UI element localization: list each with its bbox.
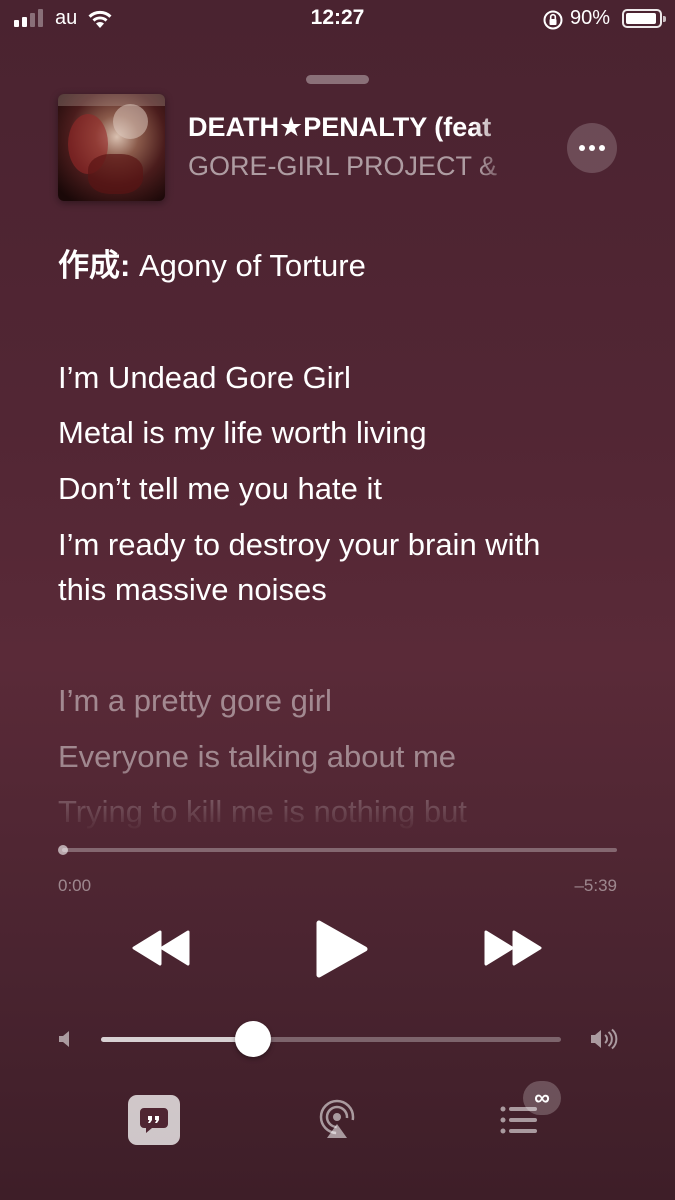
credit-name: Agony of Torture bbox=[130, 248, 366, 283]
lyric-line[interactable]: Metal is my life worth living bbox=[58, 411, 427, 455]
fast-forward-icon bbox=[484, 930, 542, 966]
volume-slider[interactable] bbox=[101, 1037, 561, 1042]
volume-knob[interactable] bbox=[234, 1021, 271, 1057]
battery-percent: 90% bbox=[570, 7, 611, 29]
airplay-button[interactable] bbox=[315, 1098, 359, 1147]
play-button[interactable] bbox=[312, 918, 370, 985]
volume-fill bbox=[101, 1037, 253, 1042]
elapsed-time: 0:00 bbox=[58, 876, 92, 895]
song-title[interactable]: DEATH★PENALTY (feat bbox=[188, 112, 523, 143]
credit-label: 作成: bbox=[58, 248, 131, 283]
volume-high-icon bbox=[590, 1028, 618, 1055]
lyric-line[interactable]: I’m ready to destroy your brain with bbox=[58, 523, 540, 567]
airplay-audio-icon bbox=[319, 1099, 355, 1138]
previous-track-button[interactable] bbox=[130, 928, 192, 973]
rewind-icon bbox=[132, 930, 190, 966]
scrubber-knob[interactable] bbox=[58, 845, 68, 855]
status-bar: au 12:27 90% bbox=[0, 0, 675, 40]
orientation-lock-icon bbox=[542, 9, 564, 36]
sheet-grabber-handle[interactable] bbox=[306, 75, 369, 84]
lyric-line[interactable]: Everyone is talking about me bbox=[58, 735, 456, 779]
album-artwork[interactable] bbox=[58, 94, 165, 201]
artist-name[interactable]: GORE-GIRL PROJECT & bbox=[188, 151, 518, 182]
next-track-button[interactable] bbox=[482, 928, 544, 973]
play-icon bbox=[316, 920, 368, 978]
more-options-button[interactable] bbox=[567, 123, 617, 173]
lyrics-button[interactable] bbox=[128, 1095, 180, 1145]
lyric-line[interactable]: this massive noises bbox=[58, 568, 327, 612]
ellipsis-icon bbox=[579, 145, 585, 151]
lyric-line[interactable]: Don’t tell me you hate it bbox=[58, 467, 382, 511]
lyric-line[interactable]: I’m Undead Gore Girl bbox=[58, 356, 351, 400]
lyrics-view[interactable]: 作成: Agony of Torture I’m Undead Gore Gir… bbox=[58, 244, 638, 834]
lyric-line[interactable]: I’m a pretty gore girl bbox=[58, 679, 332, 723]
autoplay-infinity-badge[interactable]: ∞ bbox=[523, 1081, 561, 1115]
playback-scrubber[interactable] bbox=[62, 848, 617, 852]
lyrics-quote-icon bbox=[140, 1108, 168, 1133]
lyrics-credit: 作成: Agony of Torture bbox=[58, 244, 366, 288]
lyric-line[interactable]: Trying to kill me is nothing but bbox=[58, 790, 467, 834]
remaining-time: –5:39 bbox=[574, 876, 617, 895]
volume-low-icon bbox=[58, 1030, 72, 1053]
battery-icon bbox=[622, 9, 666, 28]
